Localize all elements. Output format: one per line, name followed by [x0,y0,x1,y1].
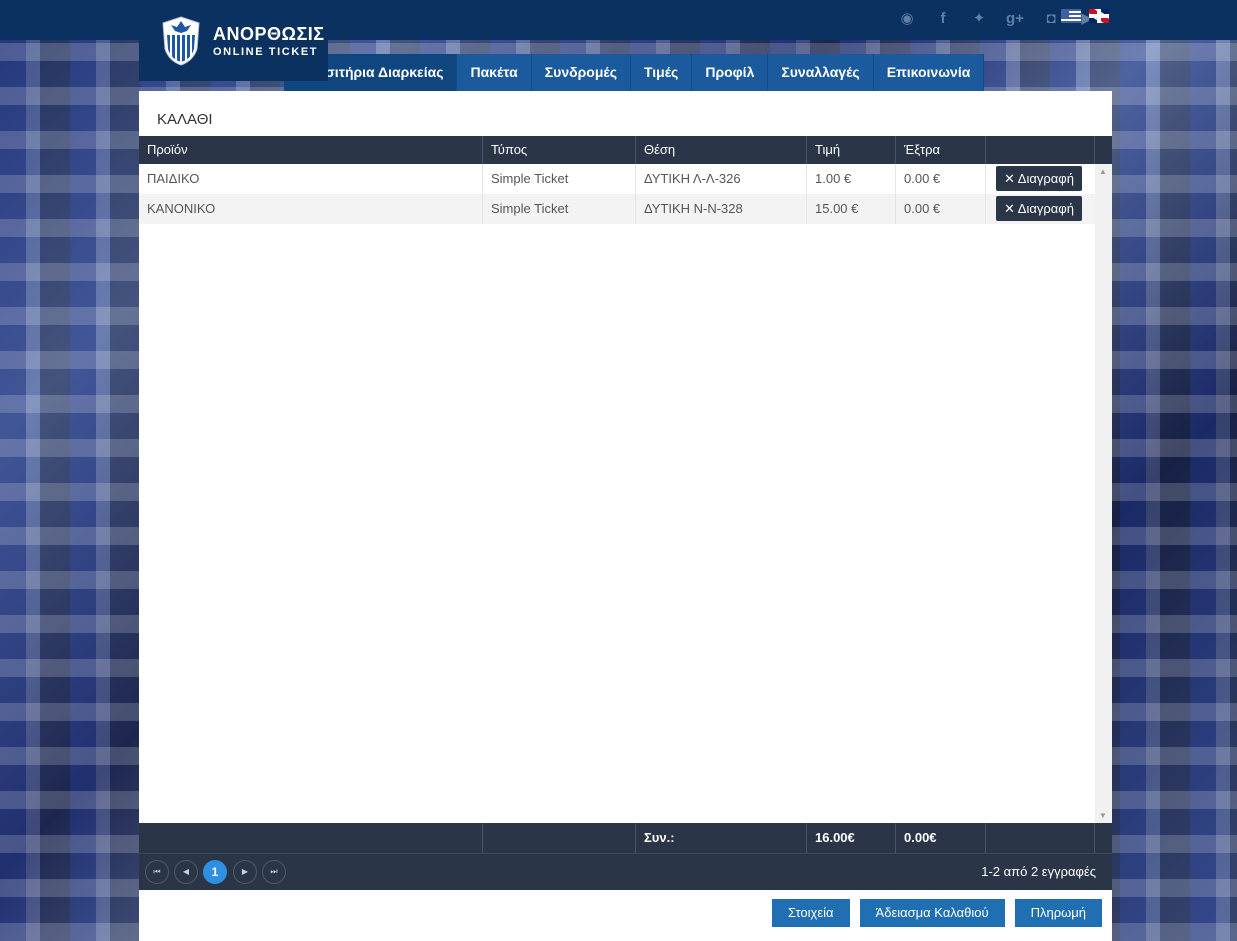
table-row[interactable]: ΚΑΝΟΝΙΚΟ Simple Ticket ΔΥΤΙΚΗ Ν-Ν-328 15… [139,194,1112,224]
twitter-icon[interactable]: ✦ [969,8,989,28]
greek-flag-icon[interactable] [1061,9,1081,23]
cell-product: ΚΑΝΟΝΙΚΟ [139,194,483,224]
pager-info: 1-2 από 2 εγγραφές [981,864,1096,879]
current-page-button[interactable]: 1 [203,860,227,884]
language-switcher [1061,9,1109,23]
cell-extra: 0.00 € [896,194,986,224]
header-scroll-spacer [1095,136,1112,164]
footer-cell-empty [483,823,636,853]
footer-total-extra: 0.00€ [896,823,986,853]
scroll-down-icon[interactable]: ▼ [1099,811,1107,820]
cell-type: Simple Ticket [483,194,636,224]
first-page-button[interactable]: ⏮ [145,860,169,884]
prev-page-button[interactable]: ◀ [174,860,198,884]
pager: ⏮ ◀ 1 ▶ ⏭ 1-2 από 2 εγγραφές [139,853,1112,890]
next-page-button[interactable]: ▶ [233,860,257,884]
grid-body: ΠΑΙΔΙΚΟ Simple Ticket ΔΥΤΙΚΗ Λ-Λ-326 1.0… [139,164,1112,823]
facebook-icon[interactable]: f [933,8,953,28]
last-page-button[interactable]: ⏭ [262,860,286,884]
column-header-product[interactable]: Προϊόν [139,136,483,164]
page-title: ΚΑΛΑΘΙ [157,111,213,128]
empty-cart-button[interactable]: Άδειασμα Καλαθιού [859,899,1005,927]
grid-header: Προϊόν Τύπος Θέση Τιμή Έξτρα [139,136,1112,164]
cell-actions: ✕ Διαγραφή [986,194,1095,224]
footer-scroll-spacer [1095,823,1112,853]
column-header-price[interactable]: Τιμή [807,136,896,164]
close-icon: ✕ [1004,201,1018,216]
googleplus-icon[interactable]: g+ [1005,8,1025,28]
pay-button[interactable]: Πληρωμή [1014,899,1102,927]
vertical-scrollbar[interactable]: ▲ ▼ [1095,164,1112,823]
english-flag-icon[interactable] [1089,9,1109,23]
details-button[interactable]: Στοιχεία [772,899,850,927]
footer-sum-label: Συν.: [636,823,807,853]
brand-logo[interactable]: ΑΝΟΡΘΩΣΙΣ ONLINE TICKET [139,0,328,81]
cart-grid: Προϊόν Τύπος Θέση Τιμή Έξτρα ΠΑΙΔΙΚΟ Sim… [139,136,1112,890]
delete-label: Διαγραφή [1017,201,1074,216]
main-nav: Εισιτήρια Διαρκείας Πακέτα Συνδρομές Τιμ… [284,54,985,91]
cell-actions: ✕ Διαγραφή [986,164,1095,194]
nav-item-profile[interactable]: Προφίλ [692,54,769,91]
cell-product: ΠΑΙΔΙΚΟ [139,164,483,194]
column-header-extra[interactable]: Έξτρα [896,136,986,164]
nav-item-packages[interactable]: Πακέτα [457,54,532,91]
scroll-up-icon[interactable]: ▲ [1099,167,1107,176]
cell-extra: 0.00 € [896,164,986,194]
delete-button[interactable]: ✕ Διαγραφή [996,196,1082,221]
table-row[interactable]: ΠΑΙΔΙΚΟ Simple Ticket ΔΥΤΙΚΗ Λ-Λ-326 1.0… [139,164,1112,194]
cell-type: Simple Ticket [483,164,636,194]
cell-seat: ΔΥΤΙΚΗ Λ-Λ-326 [636,164,807,194]
footer-total-price: 16.00€ [807,823,896,853]
globe-icon[interactable]: ◉ [897,8,917,28]
cart-actions: Στοιχεία Άδειασμα Καλαθιού Πληρωμή [772,899,1102,927]
grid-footer: Συν.: 16.00€ 0.00€ [139,823,1112,853]
column-header-seat[interactable]: Θέση [636,136,807,164]
column-header-actions [986,136,1095,164]
brand-name: ΑΝΟΡΘΩΣΙΣ [213,23,325,44]
close-icon: ✕ [1004,171,1018,186]
club-crest-icon [162,15,200,66]
delete-button[interactable]: ✕ Διαγραφή [996,166,1082,191]
footer-cell-empty [139,823,483,853]
nav-item-transactions[interactable]: Συναλλαγές [768,54,874,91]
cell-seat: ΔΥΤΙΚΗ Ν-Ν-328 [636,194,807,224]
nav-item-contact[interactable]: Επικοινωνία [873,54,985,91]
cell-price: 1.00 € [807,164,896,194]
delete-label: Διαγραφή [1017,171,1074,186]
brand-subtitle: ONLINE TICKET [213,45,319,58]
nav-item-subscriptions[interactable]: Συνδρομές [531,54,631,91]
cart-panel: ΚΑΛΑΘΙ Προϊόν Τύπος Θέση Τιμή Έξτρα ΠΑΙΔ… [139,91,1112,941]
instagram-icon[interactable]: ◘ [1041,8,1061,28]
nav-item-prices[interactable]: Τιμές [630,54,693,91]
cell-price: 15.00 € [807,194,896,224]
footer-cell-empty [986,823,1095,853]
column-header-type[interactable]: Τύπος [483,136,636,164]
